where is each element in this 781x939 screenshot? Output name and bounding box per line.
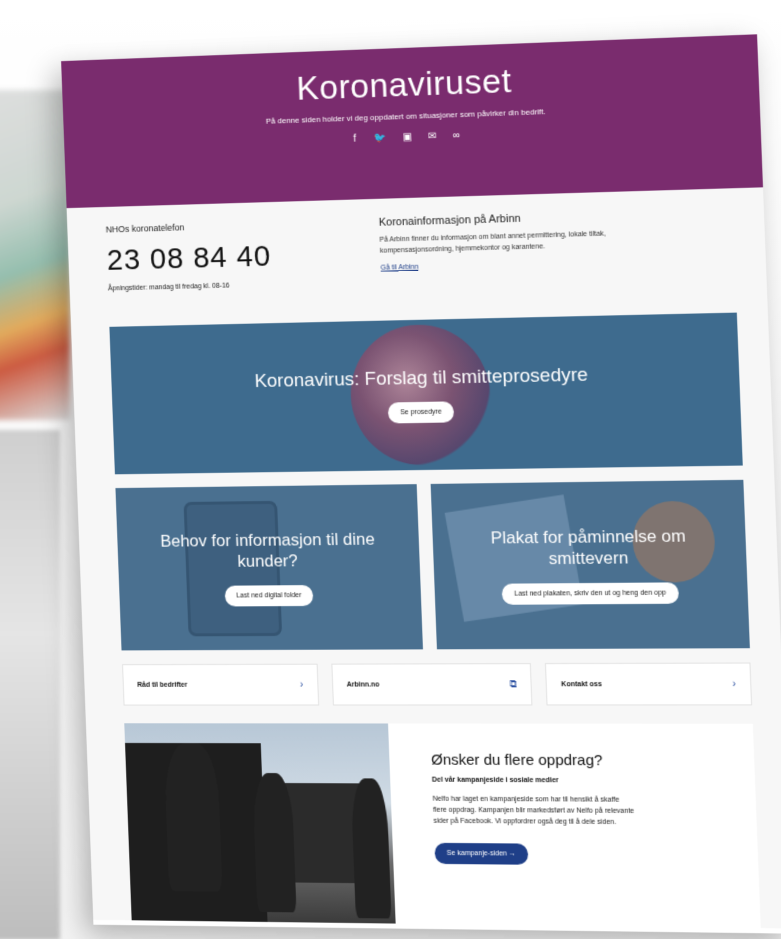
arbinn-link[interactable]: Gå til Arbinn bbox=[380, 264, 418, 272]
person-shape bbox=[350, 778, 392, 919]
link-advice-for-companies[interactable]: Råd til bedrifter › bbox=[122, 663, 319, 706]
card-title: Plakat for påminnelse om smittevern bbox=[490, 526, 687, 569]
procedure-banner: Koronavirus: Forslag til smitteprosedyre… bbox=[109, 312, 743, 475]
chevron-right-icon: › bbox=[299, 679, 304, 691]
link-label: Råd til bedrifter bbox=[137, 681, 188, 689]
link-label: Arbinn.no bbox=[346, 681, 380, 689]
campaign-body: Nelfo har laget en kampanjeside som har … bbox=[432, 795, 635, 827]
link-icon[interactable]: ∞ bbox=[452, 130, 461, 141]
campaign-section: Ønsker du flere oppdrag? Del vår kampanj… bbox=[124, 723, 761, 929]
background-blur-left-top bbox=[0, 90, 70, 420]
campaign-text: Ønsker du flere oppdrag? Del vår kampanj… bbox=[388, 723, 761, 928]
campaign-title: Ønsker du flere oppdrag? bbox=[430, 751, 603, 770]
arbinn-block: Koronainformasjon på Arbinn På Arbinn fi… bbox=[379, 207, 737, 309]
download-folder-button[interactable]: Last ned digital folder bbox=[224, 585, 314, 607]
page-subtitle: På denne siden holder vi deg oppdatert o… bbox=[265, 107, 546, 126]
poster-card: Plakat for påminnelse om smittevern Last… bbox=[430, 479, 750, 650]
customer-info-card: Behov for informasjon til dine kunder? L… bbox=[115, 484, 423, 651]
quick-links: Råd til bedrifter › Arbinn.no ⧉ Kontakt … bbox=[122, 662, 753, 706]
main-content: Koronavirus: Forslag til smitteprosedyre… bbox=[70, 299, 781, 929]
linkedin-icon[interactable]: ▣ bbox=[403, 132, 413, 143]
arbinn-description: På Arbinn finner du informasjon om blant… bbox=[379, 230, 606, 255]
virus-illustration bbox=[348, 323, 493, 466]
download-poster-button[interactable]: Last ned plakaten, skriv den ut og heng … bbox=[501, 582, 679, 605]
campaign-subtitle: Del vår kampanjeside i sosiale medier bbox=[431, 776, 559, 785]
info-section: NHOs koronatelefon 23 08 84 40 Åpningsti… bbox=[66, 187, 768, 316]
page-title: Koronaviruset bbox=[295, 61, 513, 108]
twitter-icon[interactable]: 🐦 bbox=[374, 133, 387, 144]
phone-block: NHOs koronatelefon 23 08 84 40 Åpningsti… bbox=[106, 217, 383, 315]
mail-icon[interactable]: ✉ bbox=[428, 131, 437, 142]
workers-photo bbox=[124, 723, 396, 924]
link-arbinn[interactable]: Arbinn.no ⧉ bbox=[331, 663, 533, 706]
facebook-icon[interactable]: f bbox=[351, 134, 359, 145]
banner-title: Koronavirus: Forslag til smitteprosedyre bbox=[254, 364, 589, 392]
link-label: Kontakt oss bbox=[561, 680, 603, 688]
hero-header: Koronaviruset På denne siden holder vi d… bbox=[61, 34, 764, 209]
external-link-icon: ⧉ bbox=[509, 678, 518, 690]
card-title: Behov for informasjon til dine kunder? bbox=[159, 529, 376, 571]
phone-label: NHOs koronatelefon bbox=[105, 222, 185, 235]
webpage-screenshot: Koronaviruset På denne siden holder vi d… bbox=[61, 34, 781, 934]
chevron-right-icon: › bbox=[732, 678, 737, 690]
share-bar: f 🐦 ▣ ✉ ∞ bbox=[64, 120, 761, 154]
background-blur-left-bottom bbox=[0, 430, 60, 939]
see-procedure-button[interactable]: Se prosedyre bbox=[387, 400, 455, 423]
link-contact-us[interactable]: Kontakt oss › bbox=[545, 662, 753, 706]
see-campaign-button[interactable]: Se kampanje-siden → bbox=[434, 842, 529, 865]
phone-number[interactable]: 23 08 84 40 bbox=[106, 237, 380, 278]
opening-hours: Åpningstider: mandag til fredag kl. 08-1… bbox=[107, 282, 230, 293]
arbinn-title: Koronainformasjon på Arbinn bbox=[378, 212, 521, 229]
promo-cards: Behov for informasjon til dine kunder? L… bbox=[115, 479, 750, 651]
